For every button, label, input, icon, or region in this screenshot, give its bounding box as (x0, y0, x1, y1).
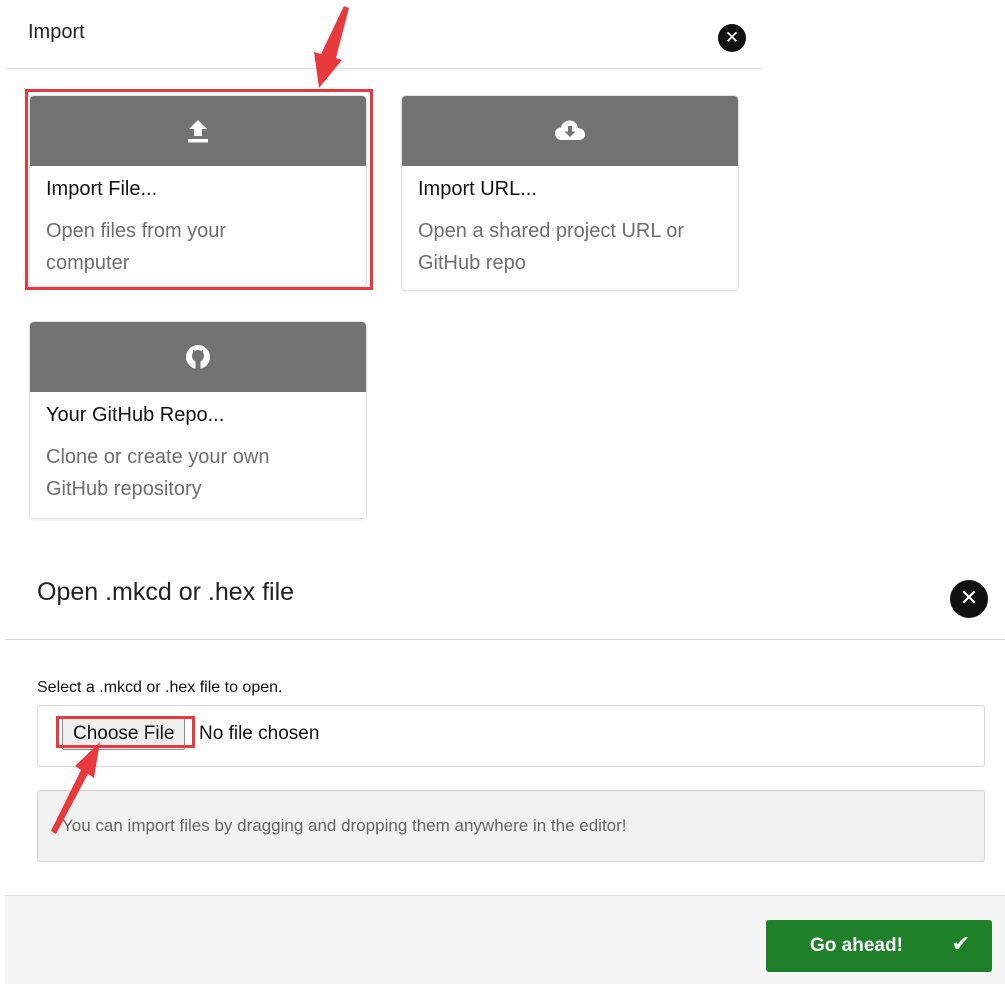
card-title: Import File... (46, 178, 158, 200)
go-ahead-label: Go ahead! (810, 935, 903, 956)
close-icon[interactable]: ✕ (718, 24, 746, 52)
card-description: Clone or create your own GitHub reposito… (46, 446, 270, 500)
file-input[interactable]: Choose File No file chosen (37, 705, 985, 767)
import-panel: Import ✕ Import File... Open files from … (0, 0, 765, 540)
cloud-download-icon (555, 120, 585, 140)
upload-icon (188, 120, 208, 143)
github-repo-card[interactable]: Your GitHub Repo... Clone or create your… (29, 321, 367, 519)
import-file-card[interactable]: Import File... Open files from your comp… (29, 95, 367, 287)
github-icon (186, 345, 210, 369)
import-header: Import ✕ (6, 0, 762, 69)
screenshot: Import ✕ Import File... Open files from … (0, 0, 1005, 984)
card-header (30, 322, 366, 392)
card-description: Open files from your computer (46, 220, 227, 274)
hint-text: You can import files by dragging and dro… (62, 816, 627, 835)
file-status-text: No file chosen (199, 723, 320, 744)
dialog-header: Open .mkcd or .hex file ✕ (5, 553, 1005, 640)
dialog-title: Open .mkcd or .hex file (37, 578, 295, 606)
dialog-footer: Go ahead! ✔ (5, 895, 1005, 984)
card-title: Import URL... (418, 178, 537, 200)
choose-file-button[interactable]: Choose File (62, 718, 186, 750)
import-title: Import (28, 21, 85, 43)
import-url-card[interactable]: Import URL... Open a shared project URL … (401, 95, 739, 291)
card-header (402, 96, 738, 166)
close-icon[interactable]: ✕ (950, 580, 988, 618)
card-header (30, 96, 366, 166)
drag-drop-hint: You can import files by dragging and dro… (37, 790, 985, 862)
card-title: Your GitHub Repo... (46, 404, 225, 426)
go-ahead-button[interactable]: Go ahead! ✔ (766, 920, 992, 972)
field-label: Select a .mkcd or .hex file to open. (37, 679, 283, 696)
check-icon: ✔ (951, 932, 970, 957)
open-file-dialog: Open .mkcd or .hex file ✕ Select a .mkcd… (5, 553, 1005, 984)
card-description: Open a shared project URL or GitHub repo (418, 220, 685, 274)
